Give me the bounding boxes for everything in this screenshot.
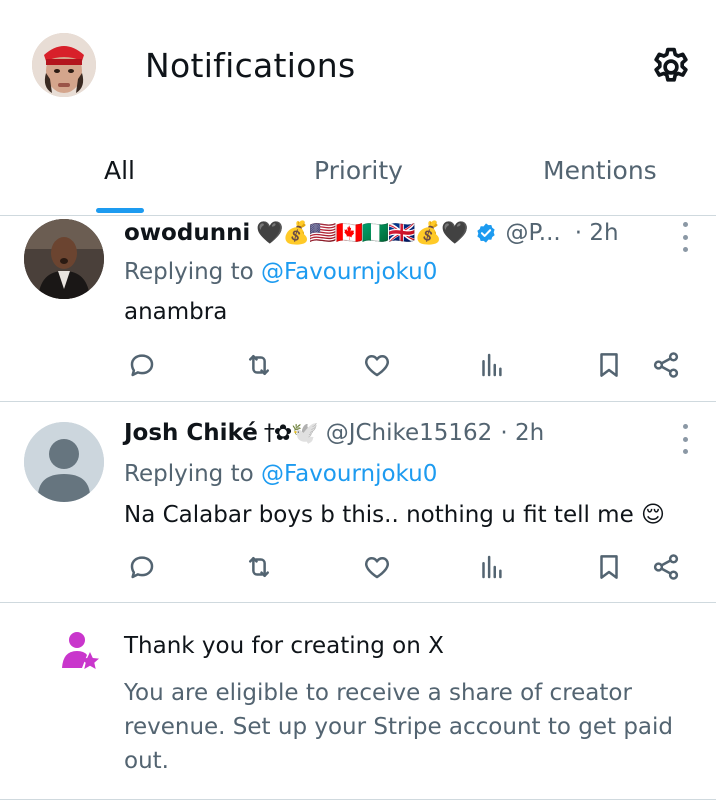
timestamp: · 2h	[574, 220, 619, 246]
tweet-header: Josh Chiké †✿🕊️ @JChike15162 · 2h	[124, 420, 686, 446]
bookmark-icon	[600, 353, 618, 377]
tweet-actions	[124, 549, 684, 585]
reply-icon	[130, 354, 154, 377]
repost-icon	[249, 355, 269, 375]
tweet-text: anambra	[124, 299, 228, 325]
heart-icon	[364, 355, 390, 377]
more-options-icon[interactable]	[680, 424, 690, 454]
tweet-text: Na Calabar boys b this.. nothing u fit t…	[124, 502, 666, 528]
tab-all[interactable]: All	[104, 140, 135, 216]
share-button[interactable]	[648, 347, 684, 383]
replying-to: Replying to @Favournjoku0	[124, 461, 437, 487]
share-icon	[653, 352, 679, 378]
page-title: Notifications	[145, 46, 356, 85]
author-name-emoji: †✿🕊️	[263, 420, 319, 446]
creator-notice-description: You are eligible to receive a share of c…	[124, 680, 674, 774]
creator-star-icon	[62, 632, 99, 669]
avatar[interactable]	[24, 422, 104, 502]
profile-avatar[interactable]	[32, 33, 96, 97]
verified-badge-icon	[477, 223, 496, 243]
creator-notice-title: Thank you for creating on X	[124, 633, 444, 659]
reply-button[interactable]	[124, 549, 160, 585]
author-handle[interactable]: @P...	[505, 220, 560, 246]
creator-revenue-notification[interactable]: Thank you for creating on X You are elig…	[0, 604, 716, 800]
tweet-header: owodunni 🖤💰🇺🇸🇨🇦🇳🇬🇬🇧💰🖤 @P... · 2h	[124, 220, 686, 246]
repost-icon	[249, 557, 269, 577]
bookmark-button[interactable]	[591, 549, 627, 585]
like-button[interactable]	[359, 347, 395, 383]
reply-notification[interactable]: owodunni 🖤💰🇺🇸🇨🇦🇳🇬🇬🇧💰🖤 @P... · 2h Replyin…	[0, 216, 716, 402]
active-tab-indicator	[96, 208, 144, 213]
tweet-actions	[124, 347, 684, 383]
reply-notification[interactable]: Josh Chiké †✿🕊️ @JChike15162 · 2h Replyi…	[0, 402, 716, 603]
tab-mentions[interactable]: Mentions	[543, 140, 657, 216]
heart-icon	[364, 557, 390, 579]
default-avatar-icon	[24, 422, 104, 502]
share-icon	[653, 554, 679, 580]
gear-icon	[654, 47, 688, 82]
like-button[interactable]	[359, 549, 395, 585]
replying-to: Replying to @Favournjoku0	[124, 259, 437, 285]
author-name-emoji: 🖤💰🇺🇸🇨🇦🇳🇬🇬🇧💰🖤	[256, 220, 468, 246]
bookmark-button[interactable]	[591, 347, 627, 383]
views-icon	[482, 555, 502, 579]
share-button[interactable]	[648, 549, 684, 585]
author-handle[interactable]: @JChike15162	[326, 420, 493, 446]
replying-to-label: Replying to	[124, 259, 254, 285]
tab-priority[interactable]: Priority	[314, 140, 403, 216]
views-button[interactable]	[473, 347, 509, 383]
mention-link[interactable]: @Favournjoku0	[261, 259, 437, 285]
reply-icon	[130, 556, 154, 579]
bookmark-icon	[600, 555, 618, 579]
notification-tabs: All Priority Mentions	[0, 140, 716, 216]
header: Notifications	[0, 0, 716, 130]
avatar[interactable]	[24, 219, 104, 299]
reply-button[interactable]	[124, 347, 160, 383]
mention-link[interactable]: @Favournjoku0	[261, 461, 437, 487]
author-name[interactable]: Josh Chiké	[124, 420, 258, 446]
more-options-icon[interactable]	[680, 222, 690, 252]
settings-button[interactable]	[648, 44, 694, 90]
views-button[interactable]	[473, 549, 509, 585]
repost-button[interactable]	[241, 549, 277, 585]
replying-to-label: Replying to	[124, 461, 254, 487]
views-icon	[482, 353, 502, 377]
timestamp: · 2h	[500, 420, 545, 446]
repost-button[interactable]	[241, 347, 277, 383]
author-name[interactable]: owodunni	[124, 220, 250, 246]
